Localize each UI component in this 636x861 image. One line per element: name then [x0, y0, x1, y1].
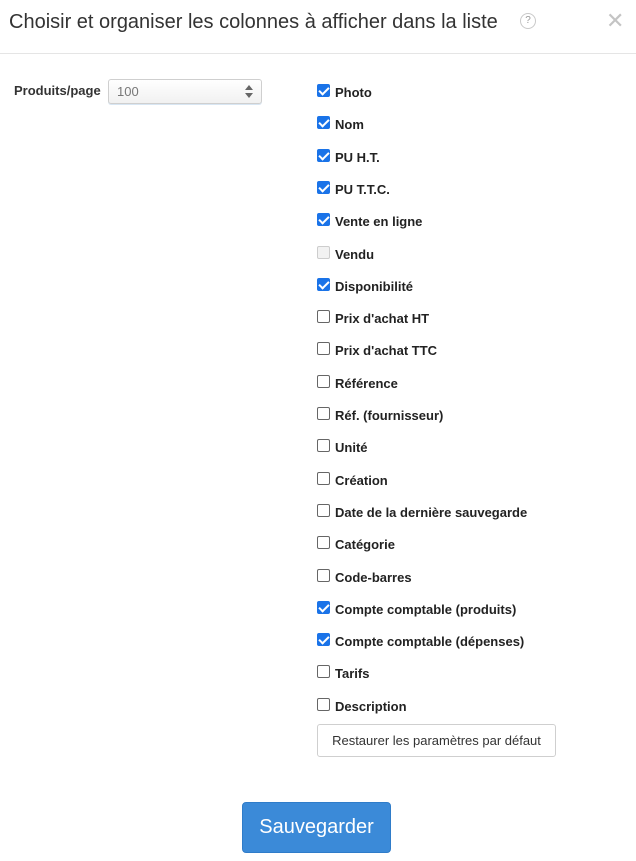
per-page-value: 100: [117, 84, 139, 99]
column-checkbox[interactable]: [317, 472, 330, 485]
restore-defaults-button[interactable]: Restaurer les paramètres par défaut: [317, 724, 556, 757]
dialog-header: Choisir et organiser les colonnes à affi…: [0, 0, 636, 54]
column-checkbox[interactable]: [317, 633, 330, 646]
column-label: Référence: [335, 376, 398, 391]
column-label: Date de la dernière sauvegarde: [335, 505, 528, 520]
column-checkbox[interactable]: [317, 342, 330, 355]
column-label: Compte comptable (produits): [335, 602, 517, 617]
column-label: Nom: [335, 117, 364, 132]
column-checkbox[interactable]: [317, 504, 330, 517]
help-icon[interactable]: ?: [520, 13, 536, 29]
column-checkbox[interactable]: [317, 439, 330, 452]
column-checkbox[interactable]: [317, 665, 330, 678]
per-page-select[interactable]: 100: [108, 79, 262, 104]
column-label: Vendu: [335, 247, 375, 262]
column-checkbox[interactable]: [317, 698, 330, 711]
column-checkbox[interactable]: [317, 407, 330, 420]
column-checkbox[interactable]: [317, 181, 330, 194]
close-icon[interactable]: ✕: [606, 8, 624, 34]
column-label: Réf. (fournisseur): [335, 408, 444, 423]
column-label: Photo: [335, 85, 372, 100]
column-checkbox[interactable]: [317, 149, 330, 162]
column-checkbox[interactable]: [317, 116, 330, 129]
column-checkbox[interactable]: [317, 278, 330, 291]
column-label: Prix d'achat TTC: [335, 343, 438, 358]
column-label: PU T.T.C.: [335, 182, 390, 197]
column-checkbox[interactable]: [317, 375, 330, 388]
per-page-label: Produits/page: [14, 83, 101, 98]
column-checkbox[interactable]: [317, 536, 330, 549]
save-button[interactable]: Sauvegarder: [242, 802, 391, 853]
column-checkbox[interactable]: [317, 310, 330, 323]
column-label: Création: [335, 473, 388, 488]
column-label: Prix d'achat HT: [335, 311, 430, 326]
column-label: Description: [335, 699, 407, 714]
column-label: Code-barres: [335, 570, 412, 585]
column-checkbox[interactable]: [317, 601, 330, 614]
column-checkbox[interactable]: [317, 569, 330, 582]
column-checkbox[interactable]: [317, 84, 330, 97]
column-checkbox[interactable]: [317, 213, 330, 226]
column-label: Unité: [335, 440, 368, 455]
dialog-title: Choisir et organiser les colonnes à affi…: [9, 11, 498, 33]
column-label: PU H.T.: [335, 150, 380, 165]
select-arrows-icon: [245, 83, 253, 99]
column-label: Disponibilité: [335, 279, 413, 294]
column-checkbox: [317, 246, 330, 259]
column-label: Vente en ligne: [335, 214, 423, 229]
column-label: Catégorie: [335, 537, 395, 552]
column-label: Tarifs: [335, 666, 370, 681]
column-label: Compte comptable (dépenses): [335, 634, 525, 649]
